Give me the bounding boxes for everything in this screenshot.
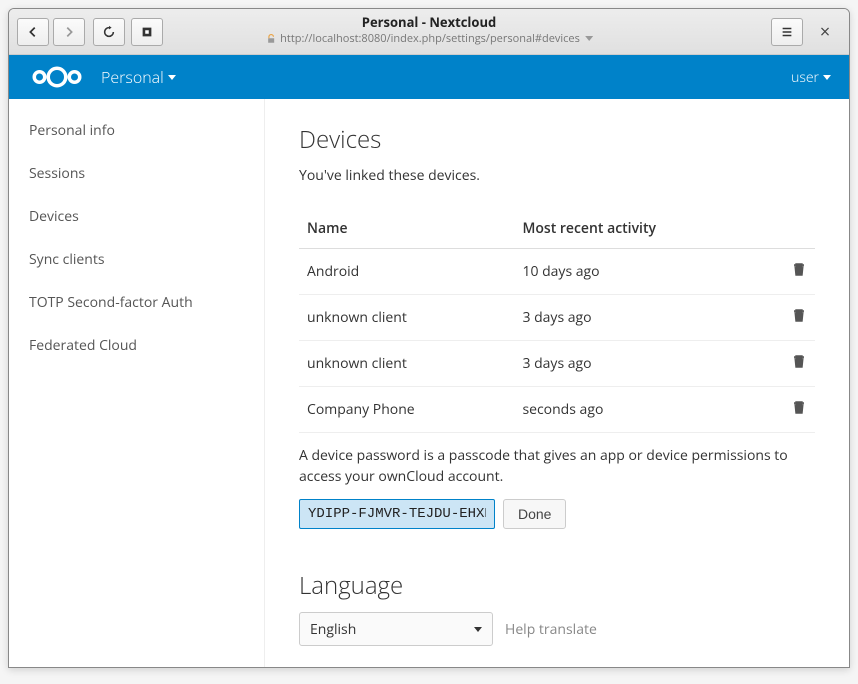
app-menu[interactable]: Personal <box>101 66 176 88</box>
sidebar-item-federated-cloud[interactable]: Federated Cloud <box>9 324 264 367</box>
user-menu[interactable]: user <box>791 68 831 87</box>
close-button[interactable]: × <box>809 18 841 46</box>
trash-icon[interactable] <box>791 307 807 323</box>
delete-device[interactable] <box>775 295 815 341</box>
table-row: Android10 days ago <box>299 249 815 295</box>
device-password-description: A device password is a passcode that giv… <box>299 445 815 487</box>
col-activity: Most recent activity <box>514 209 775 249</box>
window-title: Personal - Nextcloud <box>265 13 593 31</box>
sidebar-item-sessions[interactable]: Sessions <box>9 152 264 195</box>
device-activity: seconds ago <box>514 387 775 433</box>
col-name: Name <box>299 209 514 249</box>
sidebar-item-sync-clients[interactable]: Sync clients <box>9 238 264 281</box>
sidebar-item-totp[interactable]: TOTP Second-factor Auth <box>9 281 264 324</box>
home-button[interactable] <box>131 18 163 46</box>
insecure-lock-icon <box>265 33 277 45</box>
chevron-down-icon <box>823 75 831 80</box>
browser-titlebar: Personal - Nextcloud http://localhost:80… <box>9 9 849 55</box>
sidebar-item-devices[interactable]: Devices <box>9 195 264 238</box>
devices-subheading: You've linked these devices. <box>299 166 815 185</box>
done-button[interactable]: Done <box>503 499 566 529</box>
language-select[interactable]: English <box>299 612 493 646</box>
app-header: Personal user <box>9 55 849 99</box>
device-activity: 10 days ago <box>514 249 775 295</box>
reload-button[interactable] <box>93 18 125 46</box>
table-row: unknown client3 days ago <box>299 341 815 387</box>
device-name: unknown client <box>299 295 514 341</box>
language-heading: Language <box>299 569 815 602</box>
forward-button[interactable] <box>53 18 85 46</box>
chevron-down-icon <box>168 75 176 80</box>
device-name: unknown client <box>299 341 514 387</box>
device-name: Android <box>299 249 514 295</box>
chevron-down-icon <box>474 627 482 632</box>
main-content: Devices You've linked these devices. Nam… <box>265 99 849 667</box>
table-row: unknown client3 days ago <box>299 295 815 341</box>
device-password-input[interactable] <box>299 499 495 529</box>
devices-heading: Devices <box>299 123 815 156</box>
device-name: Company Phone <box>299 387 514 433</box>
back-button[interactable] <box>17 18 49 46</box>
menu-button[interactable] <box>771 18 803 46</box>
device-activity: 3 days ago <box>514 341 775 387</box>
trash-icon[interactable] <box>791 353 807 369</box>
delete-device[interactable] <box>775 387 815 433</box>
table-row: Company Phoneseconds ago <box>299 387 815 433</box>
trash-icon[interactable] <box>791 399 807 415</box>
url-bar[interactable]: http://localhost:8080/index.php/settings… <box>265 31 593 46</box>
delete-device[interactable] <box>775 341 815 387</box>
sidebar-item-personal-info[interactable]: Personal info <box>9 109 264 152</box>
nextcloud-logo-icon[interactable] <box>27 63 87 91</box>
devices-table: Name Most recent activity Android10 days… <box>299 209 815 433</box>
device-activity: 3 days ago <box>514 295 775 341</box>
chevron-down-icon <box>585 36 593 41</box>
trash-icon[interactable] <box>791 261 807 277</box>
help-translate-link[interactable]: Help translate <box>505 620 597 639</box>
sidebar: Personal info Sessions Devices Sync clie… <box>9 99 265 667</box>
delete-device[interactable] <box>775 249 815 295</box>
